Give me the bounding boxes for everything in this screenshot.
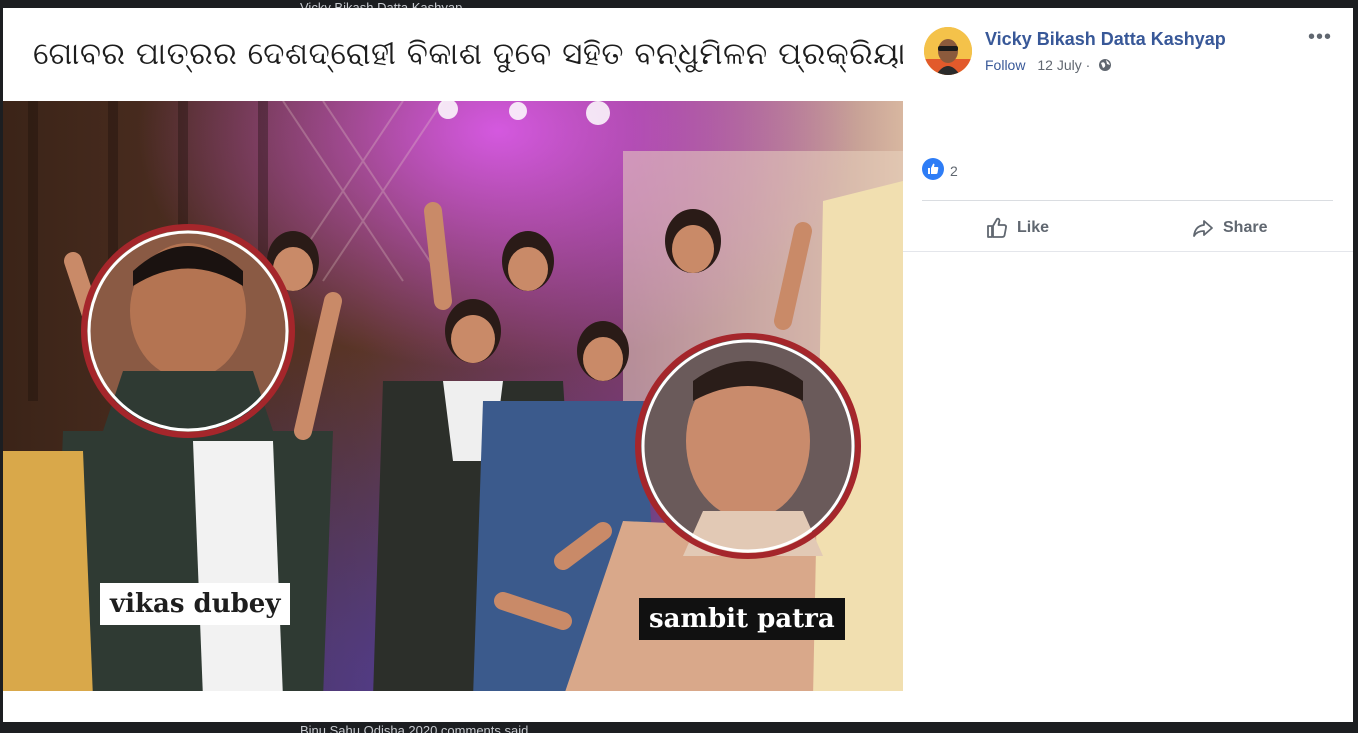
previous-post-author: Vicky Bikash Datta Kashyap [300, 0, 463, 8]
like-label: Like [1017, 219, 1050, 236]
author-name-link[interactable]: Vicky Bikash Datta Kashyap [985, 29, 1226, 50]
follow-link[interactable]: Follow [985, 57, 1025, 73]
share-icon [1193, 220, 1213, 237]
thumbs-up-icon [987, 217, 1007, 238]
more-options-icon[interactable]: ••• [1308, 26, 1334, 48]
share-button[interactable]: Share [1191, 214, 1267, 242]
share-label: Share [1223, 219, 1268, 236]
avatar-image [924, 27, 972, 75]
panel-divider [903, 251, 1353, 252]
label-sambit-patra: sambit patra [639, 598, 845, 640]
label-vikas-dubey: vikas dubey [100, 583, 291, 625]
post-sidebar: Vicky Bikash Datta Kashyap Follow 12 Jul… [903, 8, 1353, 722]
post-date-text: 12 July [1037, 57, 1082, 73]
author-avatar[interactable] [924, 27, 972, 75]
next-comment-preview: Binu Sahu Odisha 2020 comments said [300, 723, 529, 733]
action-divider [922, 200, 1333, 201]
like-reaction-icon [922, 158, 944, 180]
image-caption-banner: ଗୋବର ପାତ୍ରର ଦେଶଦ୍ରୋହୀ ବିକାଶ ଦୁବେ ସହିତ ବନ… [3, 8, 903, 101]
reaction-count: 2 [950, 163, 958, 179]
post-media[interactable]: ଗୋବର ପାତ୍ରର ଦେଶଦ୍ରୋହୀ ବିକାଶ ଦୁବେ ସହିତ ବନ… [3, 8, 903, 722]
globe-icon [1098, 58, 1112, 75]
like-button[interactable]: Like [985, 214, 1049, 242]
post-meta: Follow 12 July · [985, 57, 1112, 75]
post-date[interactable]: 12 July [1037, 57, 1081, 73]
meta-separator: · [1085, 57, 1091, 73]
image-caption-text: ଗୋବର ପାତ୍ରର ଦେଶଦ୍ରୋହୀ ବିକାଶ ଦୁବେ ସହିତ ବନ… [33, 36, 903, 72]
